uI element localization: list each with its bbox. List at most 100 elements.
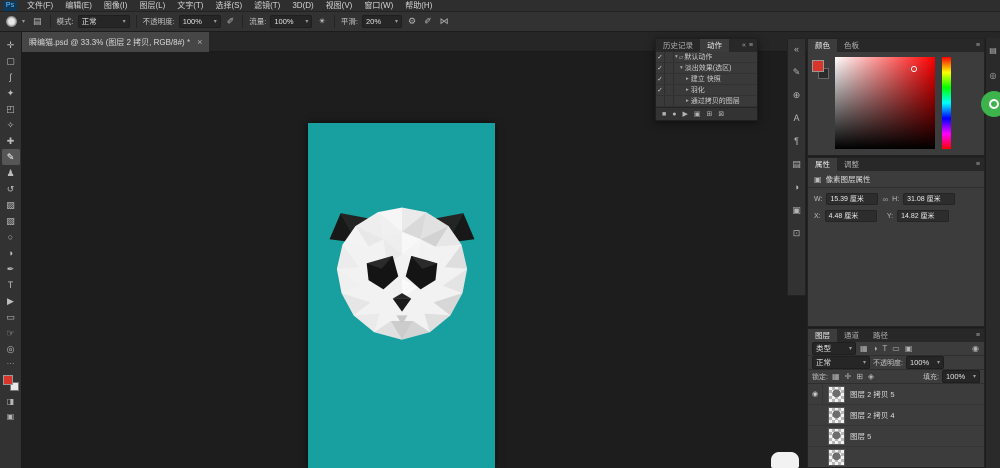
menu-item[interactable]: 窗口(W): [358, 0, 399, 11]
layer-thumbnail[interactable]: [828, 428, 845, 445]
quick-selection-tool[interactable]: ✦: [2, 85, 20, 101]
filter-type-icon[interactable]: T: [881, 344, 888, 353]
link-dimensions-icon[interactable]: ∞: [882, 195, 888, 204]
lock-transparent-icon[interactable]: ▦: [831, 372, 841, 381]
panel-tab[interactable]: 通道: [837, 329, 866, 342]
new-set-icon[interactable]: ▣: [694, 110, 701, 118]
path-select-tool[interactable]: ▶: [2, 293, 20, 309]
panel-menu-icon[interactable]: ≡: [749, 42, 753, 49]
expand-arrow-icon[interactable]: ▸: [686, 98, 689, 104]
lock-position-icon[interactable]: ⊞: [855, 372, 864, 381]
layer-thumbnail[interactable]: [828, 386, 845, 403]
action-row[interactable]: ✓ ▸ 羽化: [656, 85, 757, 96]
document-canvas[interactable]: [308, 123, 495, 468]
libraries-panel-icon[interactable]: ▤: [792, 160, 801, 169]
expand-arrow-icon[interactable]: ▸: [686, 87, 689, 93]
shape-tool[interactable]: ▭: [2, 309, 20, 325]
smoothing-gear-icon[interactable]: ⚙: [406, 16, 418, 27]
edit-toolbar-icon[interactable]: ⋯: [7, 359, 15, 368]
menu-item[interactable]: 图层(L): [133, 0, 171, 11]
expand-arrow-icon[interactable]: ▸: [686, 76, 689, 82]
marquee-tool[interactable]: ▢: [2, 53, 20, 69]
layer-blend-select[interactable]: 正常▾: [812, 356, 870, 369]
eyedropper-tool[interactable]: ✧: [2, 117, 20, 133]
eraser-tool[interactable]: ▨: [2, 197, 20, 213]
hue-slider[interactable]: [942, 57, 951, 149]
green-floating-badge[interactable]: [981, 91, 1000, 117]
filter-pixel-icon[interactable]: ▦: [859, 344, 869, 353]
collapse-panels-icon[interactable]: «: [794, 45, 799, 54]
character-panel-icon[interactable]: A: [793, 114, 799, 123]
layer-fill-select[interactable]: 100%▾: [942, 370, 980, 383]
healing-brush-tool[interactable]: ✚: [2, 133, 20, 149]
gradient-tool[interactable]: ▧: [2, 213, 20, 229]
color-swatches[interactable]: [3, 375, 19, 391]
clone-source-icon[interactable]: ⊕: [793, 91, 801, 100]
toggle-item-check[interactable]: ✓: [656, 63, 665, 73]
color-picker-marker[interactable]: [911, 66, 917, 72]
dialog-toggle-cell[interactable]: [665, 63, 674, 73]
layer-row[interactable]: ◉ 图层 2 拷贝 5: [808, 384, 984, 405]
new-action-icon[interactable]: ⊞: [706, 110, 712, 118]
delete-icon[interactable]: ⊠: [718, 110, 724, 118]
layer-thumbnail[interactable]: [828, 407, 845, 424]
toggle-item-check[interactable]: ✓: [656, 85, 665, 95]
search-icon[interactable]: ◎: [990, 71, 997, 80]
menu-item[interactable]: 编辑(E): [59, 0, 98, 11]
clone-stamp-tool[interactable]: ♟: [2, 165, 20, 181]
layer-opacity-select[interactable]: 100%▾: [906, 356, 944, 369]
height-field[interactable]: 31.08 厘米: [903, 193, 955, 205]
layer-visibility-eye-icon[interactable]: ◉: [808, 384, 823, 404]
action-row[interactable]: ✓ ▸ 建立 快照: [656, 74, 757, 85]
filter-smart-object-icon[interactable]: ▣: [904, 344, 914, 353]
smoothing-select[interactable]: 20%▾: [362, 15, 402, 28]
dodge-tool[interactable]: ◑: [2, 245, 20, 261]
foreground-color-swatch[interactable]: [3, 375, 13, 385]
paragraph-panel-icon[interactable]: ¶: [794, 137, 799, 146]
lock-pixels-icon[interactable]: ✛: [844, 372, 853, 381]
pen-tool[interactable]: ✒: [2, 261, 20, 277]
expand-arrow-icon[interactable]: ▾: [680, 65, 683, 71]
opacity-select[interactable]: 100%▾: [179, 15, 221, 28]
history-brush-tool[interactable]: ↺: [2, 181, 20, 197]
filter-toggle-icon[interactable]: ◉: [971, 344, 980, 353]
record-icon[interactable]: ●: [672, 111, 676, 118]
x-field[interactable]: 4.48 厘米: [825, 210, 877, 222]
app-logo[interactable]: Ps: [3, 1, 17, 11]
flow-select[interactable]: 100%▾: [270, 15, 312, 28]
blend-mode-select[interactable]: 正常▾: [78, 15, 130, 28]
layer-thumbnail[interactable]: [828, 449, 845, 466]
dialog-toggle-cell[interactable]: [665, 85, 674, 95]
pressure-opacity-icon[interactable]: ✐: [225, 16, 237, 27]
styles-panel-icon[interactable]: ▣: [792, 206, 801, 215]
menu-item[interactable]: 3D(D): [286, 1, 319, 10]
lasso-tool[interactable]: ʃ: [2, 69, 20, 85]
dialog-toggle-cell[interactable]: [665, 52, 674, 62]
panel-menu-icon[interactable]: ≡: [976, 42, 980, 49]
info-panel-icon[interactable]: ⊡: [793, 229, 801, 238]
dialog-toggle-cell[interactable]: [665, 74, 674, 84]
brush-tool[interactable]: ✎: [2, 149, 20, 165]
airbrush-icon[interactable]: ✴: [316, 16, 328, 27]
y-field[interactable]: 14.82 厘米: [897, 210, 949, 222]
lock-all-icon[interactable]: ◈: [867, 372, 875, 381]
move-tool[interactable]: ✛: [2, 37, 20, 53]
crop-tool[interactable]: ◰: [2, 101, 20, 117]
foreground-color-swatch[interactable]: [812, 60, 824, 72]
panel-tab[interactable]: 路径: [866, 329, 895, 342]
symmetry-icon[interactable]: ⋈: [438, 16, 451, 27]
toggle-item-check[interactable]: ✓: [656, 52, 665, 62]
menu-item[interactable]: 文字(T): [171, 0, 209, 11]
action-row[interactable]: ✓ ▾ ▱ 默认动作: [656, 52, 757, 63]
menu-item[interactable]: 帮助(H): [399, 0, 438, 11]
layer-row[interactable]: ◉: [808, 447, 984, 467]
pressure-size-icon[interactable]: ✐: [422, 16, 434, 27]
type-tool[interactable]: T: [2, 277, 20, 293]
dialog-toggle-cell[interactable]: [665, 96, 674, 106]
blur-tool[interactable]: ○: [2, 229, 20, 245]
adjustments-panel-icon[interactable]: ◑: [794, 183, 799, 192]
action-row[interactable]: ✓ ▾ 淡出效果(选区): [656, 63, 757, 74]
toggle-item-check[interactable]: ✓: [656, 74, 665, 84]
menu-item[interactable]: 选择(S): [209, 0, 248, 11]
expand-arrow-icon[interactable]: ▾: [675, 54, 678, 60]
